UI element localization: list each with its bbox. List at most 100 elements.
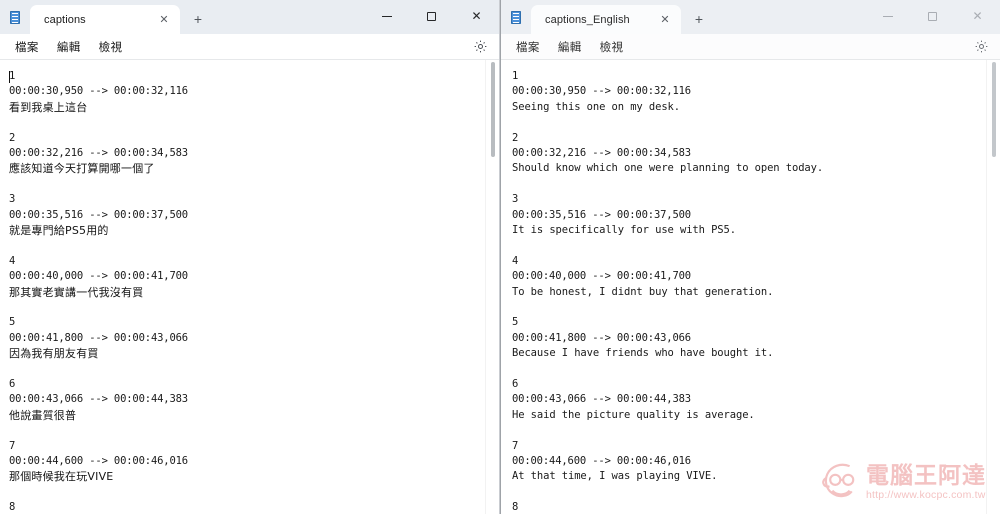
cue-text: At that time, I was playing VIVE. bbox=[512, 470, 718, 483]
cue-text: Seeing this one on my desk. bbox=[512, 100, 680, 113]
scrollbar-thumb[interactable] bbox=[491, 62, 495, 157]
cue-index: 7 bbox=[9, 439, 16, 452]
cue-timecode: 00:00:32,216 --> 00:00:34,583 bbox=[512, 147, 691, 160]
subtitle-cue: 6 00:00:43,066 --> 00:00:44,383 He said th… bbox=[512, 377, 986, 439]
menu-item-edit[interactable]: 編輯 bbox=[48, 36, 90, 58]
cue-separator bbox=[512, 115, 986, 130]
menu-bar: 檔案 編輯 檢視 bbox=[501, 34, 1000, 60]
cue-index: 5 bbox=[9, 316, 16, 329]
cue-timecode: 00:00:41,800 --> 00:00:43,066 bbox=[9, 331, 188, 344]
subtitle-cue: 3 00:00:35,516 --> 00:00:37,500 It is spec… bbox=[512, 192, 986, 254]
cue-index: 7 bbox=[512, 439, 519, 452]
cue-text: Because I have friends who have bought i… bbox=[512, 347, 774, 360]
title-bar[interactable]: captions ✕ + ✕ bbox=[0, 0, 499, 34]
cue-index: 6 bbox=[512, 378, 519, 391]
gear-icon[interactable] bbox=[471, 38, 489, 56]
gear-icon[interactable] bbox=[972, 38, 990, 56]
close-icon[interactable]: ✕ bbox=[655, 10, 675, 30]
subtitle-cue: 1 00:00:30,950 --> 00:00:32,116 Seeing thi… bbox=[512, 69, 986, 131]
menu-item-view[interactable]: 檢視 bbox=[591, 36, 633, 58]
cue-timecode: 00:00:43,066 --> 00:00:44,383 bbox=[9, 393, 188, 406]
title-bar[interactable]: captions_English ✕ + ✕ bbox=[501, 0, 1000, 34]
minimize-icon[interactable] bbox=[865, 0, 910, 32]
cue-timecode: 00:00:41,800 --> 00:00:43,066 bbox=[512, 331, 691, 344]
scrollbar-thumb[interactable] bbox=[992, 62, 996, 157]
cue-index: 8 bbox=[9, 501, 16, 514]
cue-separator bbox=[512, 423, 986, 438]
cue-separator bbox=[9, 423, 485, 438]
subtitle-cue: 4 00:00:40,000 --> 00:00:41,700 To be hone… bbox=[512, 254, 986, 316]
cue-separator bbox=[9, 238, 485, 253]
cue-text: 應該知道今天打算開哪一個了 bbox=[9, 162, 155, 176]
notepad-icon bbox=[501, 0, 531, 34]
plus-icon[interactable]: + bbox=[685, 5, 713, 33]
subtitle-cue: 3 00:00:35,516 --> 00:00:37,500 就是專門給PS5用的 bbox=[9, 192, 485, 254]
subtitle-cue: 5 00:00:41,800 --> 00:00:43,066 因為我有朋友有買 bbox=[9, 315, 485, 377]
cue-index: 1 bbox=[9, 70, 16, 82]
cue-text: To be honest, I didnt buy that generatio… bbox=[512, 285, 774, 298]
close-icon[interactable]: ✕ bbox=[955, 0, 1000, 32]
minimize-icon[interactable] bbox=[364, 0, 409, 32]
cue-separator bbox=[9, 362, 485, 377]
cue-text: 因為我有朋友有買 bbox=[9, 347, 99, 361]
vertical-scrollbar[interactable] bbox=[986, 60, 1000, 514]
editor-area[interactable]: 1 00:00:30,950 --> 00:00:32,116 Seeing thi… bbox=[501, 60, 1000, 514]
cue-text: 他說畫質很普 bbox=[9, 408, 77, 422]
menu-bar: 檔案 編輯 檢視 bbox=[0, 34, 499, 60]
cue-index: 8 bbox=[512, 501, 519, 514]
plus-icon[interactable]: + bbox=[184, 5, 212, 33]
cue-index: 3 bbox=[9, 193, 16, 206]
maximize-icon[interactable] bbox=[910, 0, 955, 32]
editor-area[interactable]: 1 00:00:30,950 --> 00:00:32,116 看到我桌上這台 2 00… bbox=[0, 60, 499, 514]
cue-index: 2 bbox=[512, 131, 519, 144]
menu-item-edit[interactable]: 編輯 bbox=[549, 36, 591, 58]
close-icon[interactable]: ✕ bbox=[154, 10, 174, 30]
cue-timecode: 00:00:32,216 --> 00:00:34,583 bbox=[9, 147, 188, 160]
cue-separator bbox=[512, 238, 986, 253]
cue-separator bbox=[9, 485, 485, 500]
tab-captions-english[interactable]: captions_English ✕ bbox=[531, 5, 681, 34]
tab-captions[interactable]: captions ✕ bbox=[30, 5, 180, 34]
cue-text: It is specifically for use with PS5. bbox=[512, 224, 736, 237]
cue-timecode: 00:00:30,950 --> 00:00:32,116 bbox=[512, 85, 691, 98]
cue-text: 那個時候我在玩VIVE bbox=[9, 470, 114, 484]
cue-timecode: 00:00:44,600 --> 00:00:46,016 bbox=[512, 455, 691, 468]
menu-item-file[interactable]: 檔案 bbox=[507, 36, 549, 58]
cue-separator bbox=[9, 177, 485, 192]
menu-item-file[interactable]: 檔案 bbox=[6, 36, 48, 58]
close-icon[interactable]: ✕ bbox=[454, 0, 499, 32]
cue-index: 6 bbox=[9, 378, 16, 391]
cue-separator bbox=[512, 485, 986, 500]
notepad-window-captions: captions ✕ + ✕ 檔案 編輯 檢視 1 00:00:30,950 -… bbox=[0, 0, 500, 514]
window-controls: ✕ bbox=[865, 0, 1000, 32]
notepad-window-captions-english: captions_English ✕ + ✕ 檔案 編輯 檢視 100:00: bbox=[500, 0, 1000, 514]
cue-timecode: 00:00:35,516 --> 00:00:37,500 bbox=[512, 208, 691, 221]
maximize-icon[interactable] bbox=[409, 0, 454, 32]
subtitle-cue: 7 00:00:44,600 --> 00:00:46,016 At that ti… bbox=[512, 439, 986, 501]
cue-timecode: 00:00:30,950 --> 00:00:32,116 bbox=[9, 85, 188, 98]
cue-separator bbox=[512, 362, 986, 377]
cue-text: 就是專門給PS5用的 bbox=[9, 224, 109, 238]
cue-separator bbox=[9, 300, 485, 315]
menu-item-view[interactable]: 檢視 bbox=[90, 36, 132, 58]
subtitle-cue: 1 00:00:30,950 --> 00:00:32,116 看到我桌上這台 bbox=[9, 69, 485, 131]
cue-index: 2 bbox=[9, 131, 16, 144]
cue-timecode: 00:00:44,600 --> 00:00:46,016 bbox=[9, 455, 188, 468]
cue-index: 3 bbox=[512, 193, 519, 206]
text-editor-captions-english[interactable]: 1 00:00:30,950 --> 00:00:32,116 Seeing thi… bbox=[501, 60, 986, 514]
cue-timecode: 00:00:40,000 --> 00:00:41,700 bbox=[512, 270, 691, 283]
subtitle-cue: 2 00:00:32,216 --> 00:00:34,583 應該知道今天打算開哪… bbox=[9, 131, 485, 193]
cue-text: 那其實老實講一代我沒有買 bbox=[9, 285, 144, 299]
cue-index: 1 bbox=[512, 70, 519, 82]
vertical-scrollbar[interactable] bbox=[485, 60, 499, 514]
cue-timecode: 00:00:35,516 --> 00:00:37,500 bbox=[9, 208, 188, 221]
window-controls: ✕ bbox=[364, 0, 499, 32]
text-editor-captions[interactable]: 1 00:00:30,950 --> 00:00:32,116 看到我桌上這台 2 00… bbox=[0, 60, 485, 514]
cue-separator bbox=[9, 115, 485, 130]
tab-label: captions bbox=[44, 13, 86, 26]
cue-index: 5 bbox=[512, 316, 519, 329]
cue-text: Should know which one were planning to o… bbox=[512, 162, 824, 175]
subtitle-cue: 5 00:00:41,800 --> 00:00:43,066 Because I … bbox=[512, 315, 986, 377]
subtitle-cue: 2 00:00:32,216 --> 00:00:34,583 Should kno… bbox=[512, 131, 986, 193]
cue-index: 4 bbox=[9, 254, 16, 267]
